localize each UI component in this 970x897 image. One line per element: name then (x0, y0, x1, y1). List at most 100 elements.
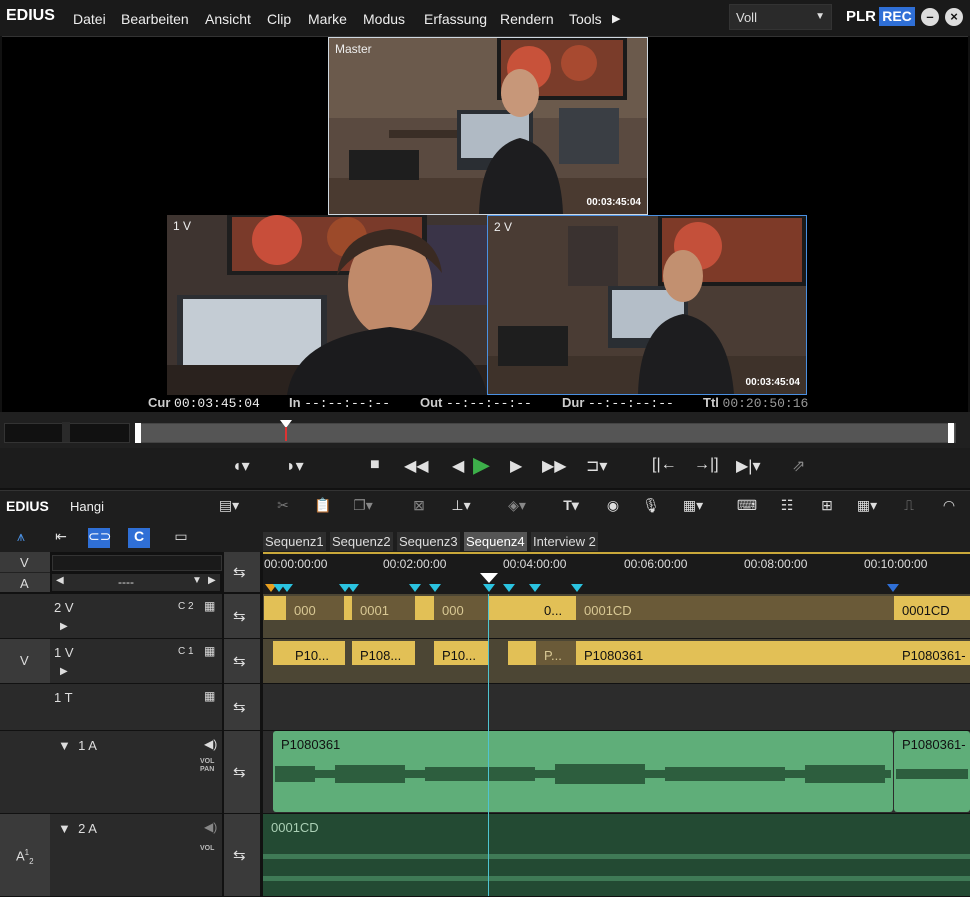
chevron-right-icon[interactable]: ▶ (208, 575, 216, 586)
track-body-2a[interactable]: 0001CD (263, 814, 970, 897)
grid-icon[interactable]: ▦▾ (856, 497, 878, 517)
track-switch-1t[interactable]: ⇆ (224, 684, 260, 731)
clip[interactable]: 000 (434, 596, 488, 620)
chevron-down-icon[interactable]: ▼ (192, 575, 202, 586)
meter-icon[interactable]: ◠ (938, 497, 960, 517)
camera-2-view[interactable]: 2 V 00:03:45:04 (487, 215, 807, 395)
menu-more-icon[interactable]: ▶ (612, 12, 620, 25)
sync-icon[interactable]: ⇤ (50, 528, 72, 548)
video-source-patch[interactable]: V (0, 552, 50, 573)
expand-icon[interactable]: ▶ (60, 666, 68, 677)
fast-forward-icon[interactable]: ▶▶ (542, 456, 567, 476)
menu-datei[interactable]: Datei (73, 11, 106, 27)
paste-icon[interactable]: ❐▾ (352, 497, 374, 517)
menu-erfassung[interactable]: Erfassung (424, 11, 487, 27)
insert-icon[interactable]: [|← (652, 456, 677, 474)
track-switch-1a[interactable]: ⇆ (224, 731, 260, 814)
audio-clip[interactable]: P1080361- (894, 731, 970, 812)
loop-play-icon[interactable]: ⊐▾ (586, 456, 607, 476)
set-in-icon[interactable]: ◖▾ (232, 456, 250, 476)
clip[interactable] (488, 596, 536, 620)
track-header-1v[interactable]: V 1 V C 1 ▦ ▶ (0, 639, 222, 684)
clip[interactable]: 0001CD (576, 596, 894, 620)
mic-icon[interactable]: 🎙 (640, 497, 662, 517)
track-body-1v[interactable]: P10... P108... P10... P... P1080361 P108… (263, 639, 970, 684)
audio-clip[interactable]: P1080361 (273, 731, 893, 812)
timeline-ruler[interactable]: 00:00:00:00 00:02:00:00 00:04:00:00 00:0… (263, 552, 970, 594)
menu-rendern[interactable]: Rendern (500, 11, 554, 27)
menu-clip[interactable]: Clip (267, 11, 291, 27)
rec-label[interactable]: REC (879, 7, 915, 26)
ruler-switch-icon[interactable]: ⇆ (224, 552, 260, 592)
trim-icon[interactable]: ⊥▾ (450, 497, 472, 517)
tab-sequenz2[interactable]: Sequenz2 (330, 532, 393, 551)
clip[interactable]: 0001 (352, 596, 415, 620)
clip[interactable]: 000 (286, 596, 344, 620)
clip[interactable] (344, 596, 352, 620)
speaker-icon[interactable]: ◀) (204, 737, 217, 751)
delete-gap-icon[interactable]: ⊠ (408, 497, 430, 517)
clip[interactable]: P108... (352, 641, 415, 665)
stop-icon[interactable]: ■ (370, 456, 380, 474)
pan-label[interactable]: PAN (200, 766, 214, 773)
clip[interactable]: P1080361 (576, 641, 894, 665)
link-icon[interactable]: ⊂⊃ (88, 528, 111, 548)
speaker-icon[interactable]: ◀) (204, 820, 217, 834)
track-body-1a[interactable]: P1080361 P1080361- (263, 731, 970, 814)
track-patch-a[interactable]: A12 (0, 814, 50, 896)
menu-tools[interactable]: Tools (569, 11, 602, 27)
ripple-icon[interactable]: ⩚ (10, 528, 32, 548)
mixer-icon[interactable]: ☷ (776, 497, 798, 517)
monitor-icon[interactable]: ▭ (170, 528, 192, 548)
menu-marke[interactable]: Marke (308, 11, 347, 27)
audio-source-patch[interactable]: A (0, 573, 50, 592)
jog-handle[interactable] (62, 422, 70, 442)
tab-interview-2[interactable]: Interview 2 (531, 532, 598, 551)
transition-icon[interactable]: ◈▾ (506, 497, 528, 517)
tab-sequenz3[interactable]: Sequenz3 (397, 532, 460, 551)
film-icon[interactable]: ▦ (204, 644, 215, 658)
clip[interactable]: P... (536, 641, 576, 665)
position-start-handle[interactable] (135, 423, 141, 443)
scrub-bar[interactable] (0, 412, 970, 448)
playhead-icon[interactable] (480, 573, 498, 583)
title-icon[interactable]: T▾ (560, 497, 582, 517)
film-icon[interactable]: ▦ (204, 599, 215, 613)
step-back-icon[interactable]: ◀ (452, 456, 464, 476)
menu-modus[interactable]: Modus (363, 11, 405, 27)
vol-label[interactable]: VOL (200, 845, 214, 852)
track-header-1a[interactable]: ▼ 1 A ◀) VOL PAN (0, 731, 222, 814)
tab-sequenz4[interactable]: Sequenz4 (464, 532, 527, 551)
step-forward-icon[interactable]: ▶ (510, 456, 522, 476)
overwrite-icon[interactable]: →|] (694, 456, 719, 474)
export-icon[interactable]: ⇗ (792, 456, 805, 476)
sequence-icon[interactable]: ▤▾ (218, 497, 240, 517)
track-switch-2a[interactable]: ⇆ (224, 814, 260, 897)
clip[interactable]: P1080361- (894, 641, 970, 665)
track-patch-v[interactable]: V (0, 639, 50, 683)
render-icon[interactable]: ⊞ (816, 497, 838, 517)
film-icon[interactable]: ▦ (204, 689, 215, 703)
expand-icon[interactable]: ▶ (60, 621, 68, 632)
video-source-field[interactable] (52, 555, 222, 571)
close-icon[interactable]: × (945, 8, 963, 26)
track-body-2v[interactable]: 000 0001 000 0... 0001CD 0001CD (263, 594, 970, 639)
track-header-1t[interactable]: 1 T ▦ (0, 684, 222, 731)
tab-sequenz1[interactable]: Sequenz1 (263, 532, 326, 551)
track-header-2v[interactable]: 2 V C 2 ▦ ▶ (0, 594, 222, 639)
snapshot-icon[interactable]: ◉ (602, 497, 624, 517)
play-icon[interactable]: ▶ (473, 452, 490, 478)
menu-bearbeiten[interactable]: Bearbeiten (121, 11, 189, 27)
clipboard-icon[interactable]: 📋 (312, 497, 334, 517)
clip[interactable]: 0001CD (894, 596, 970, 620)
clip[interactable]: P10... (273, 641, 345, 665)
menu-ansicht[interactable]: Ansicht (205, 11, 251, 27)
clip[interactable] (264, 596, 286, 620)
set-out-icon[interactable]: ◗▾ (286, 456, 304, 476)
clip[interactable]: P10... (434, 641, 488, 665)
waveform-icon[interactable]: ⎍ (898, 497, 920, 517)
position-slider[interactable] (138, 423, 956, 443)
replace-icon[interactable]: ▶|▾ (736, 456, 761, 476)
clip[interactable]: 0... (536, 596, 576, 620)
plr-label[interactable]: PLR (846, 8, 876, 25)
